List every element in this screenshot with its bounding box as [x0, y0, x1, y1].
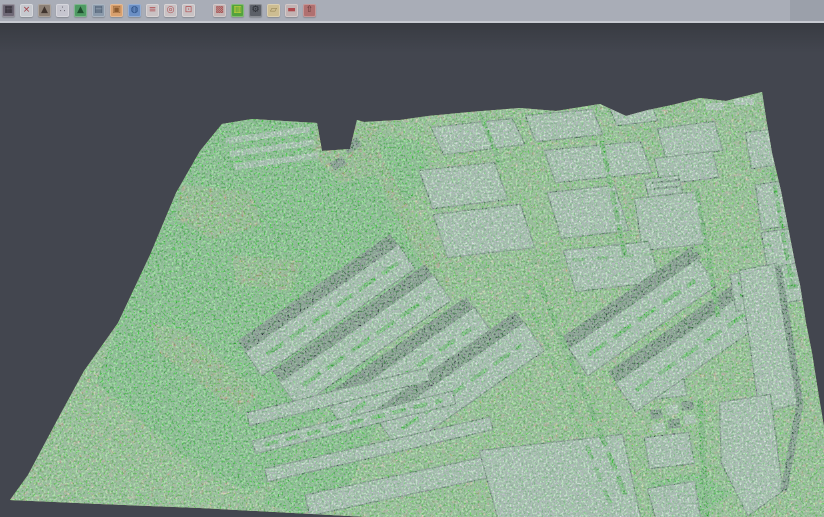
surface-icon[interactable]: ▲	[74, 4, 87, 17]
application-window: ▦ × ▲ ∴ ▲ ▤ ▣ ◍ ≡ ◎ ⊡ ▩ ▥ ⚙ ▱ ▬ ⇧	[0, 0, 824, 517]
settings-icon[interactable]: ⚙	[249, 4, 262, 17]
viewport-3d[interactable]	[0, 23, 824, 517]
toolbar-right-edge	[790, 0, 824, 21]
zoom-extents-icon[interactable]: ⊡	[182, 4, 195, 17]
toolbar-separator	[200, 4, 208, 17]
measure-icon[interactable]: ▱	[267, 4, 280, 17]
export-icon[interactable]: ⇧	[303, 4, 316, 17]
terrain-model	[0, 23, 824, 517]
transform-icon[interactable]: ×	[20, 4, 33, 17]
layers-icon[interactable]: ≡	[146, 4, 159, 17]
scene-render	[0, 23, 824, 517]
selection-icon[interactable]: ▦	[2, 4, 15, 17]
point-cloud-icon[interactable]: ∴	[56, 4, 69, 17]
target-icon[interactable]: ◎	[164, 4, 177, 17]
terrain-icon[interactable]: ▲	[38, 4, 51, 17]
toolbar-icons: ▦ × ▲ ∴ ▲ ▤ ▣ ◍ ≡ ◎ ⊡ ▩ ▥ ⚙ ▱ ▬ ⇧	[0, 4, 316, 17]
globe-icon[interactable]: ◍	[128, 4, 141, 17]
texture-icon[interactable]: ▩	[213, 4, 226, 17]
orthophoto-icon[interactable]: ▣	[110, 4, 123, 17]
toolbar: ▦ × ▲ ∴ ▲ ▤ ▣ ◍ ≡ ◎ ⊡ ▩ ▥ ⚙ ▱ ▬ ⇧	[0, 0, 824, 23]
colormap-icon[interactable]: ▥	[231, 4, 244, 17]
mesh-icon[interactable]: ▤	[92, 4, 105, 17]
flag-icon[interactable]: ▬	[285, 4, 298, 17]
point-cloud-noise	[0, 23, 824, 517]
